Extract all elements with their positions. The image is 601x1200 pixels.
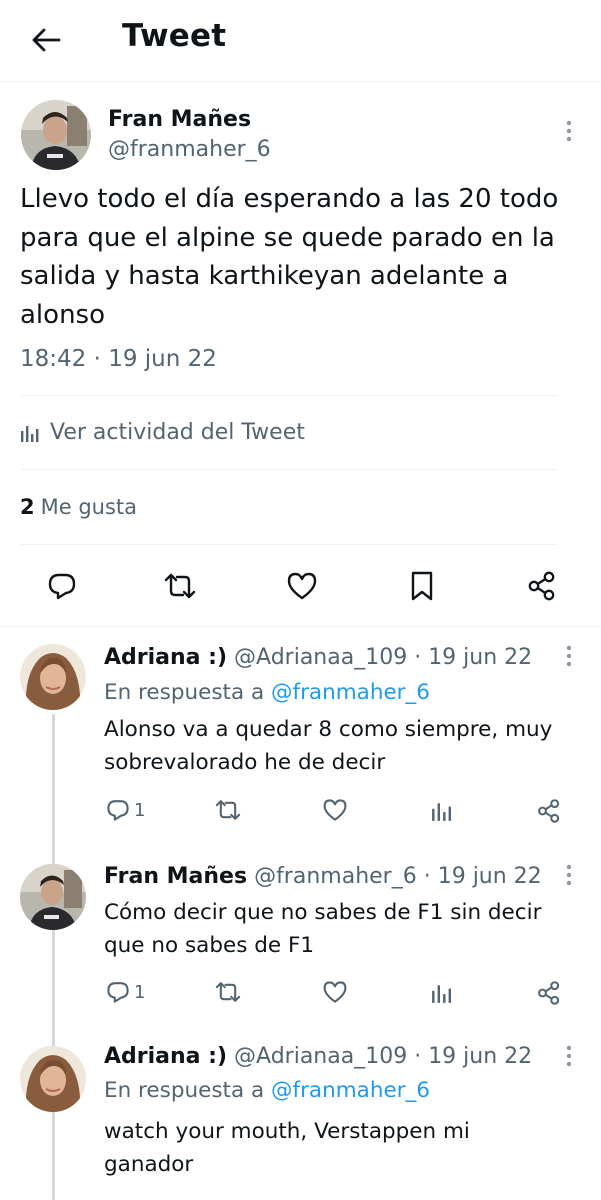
reply-header: Adriana :) @Adrianaa_109 · 19 jun 22 xyxy=(104,1044,532,1069)
divider xyxy=(20,544,557,545)
analytics-icon xyxy=(432,985,452,1003)
reply-icon xyxy=(48,573,76,600)
reply-to-prefix: En respuesta a xyxy=(104,1078,271,1103)
author-name[interactable]: Fran Mañes xyxy=(108,107,251,132)
back-button[interactable] xyxy=(28,22,64,58)
author-handle[interactable]: @franmaher_6 xyxy=(108,137,271,162)
reply-author-name[interactable]: Adriana :) xyxy=(104,645,227,670)
likes-label: Me gusta xyxy=(40,495,138,519)
share-icon xyxy=(538,799,560,823)
like-icon xyxy=(323,799,347,821)
more-vertical-icon xyxy=(566,1045,572,1067)
reply-button[interactable]: 1 xyxy=(106,980,145,1004)
more-vertical-icon xyxy=(566,864,572,886)
reply-icon xyxy=(107,982,129,1003)
reply-button[interactable] xyxy=(42,566,82,606)
reply-to-mention[interactable]: @franmaher_6 xyxy=(271,680,430,705)
activity-label: Ver actividad del Tweet xyxy=(50,420,305,445)
avatar[interactable] xyxy=(20,1046,86,1112)
like-icon xyxy=(287,572,317,600)
more-options-button[interactable] xyxy=(557,642,581,670)
likes-count[interactable]: 2 Me gusta xyxy=(20,495,137,519)
reply-count: 1 xyxy=(134,799,146,821)
analytics-icon xyxy=(21,425,39,442)
more-vertical-icon xyxy=(566,645,572,667)
divider xyxy=(20,395,557,396)
retweet-icon xyxy=(164,573,196,599)
share-button[interactable] xyxy=(536,980,562,1006)
reply-count: 1 xyxy=(134,981,146,1003)
reply-button[interactable]: 1 xyxy=(106,798,145,822)
share-button[interactable] xyxy=(536,798,562,824)
analytics-icon xyxy=(432,803,452,821)
top-bar: Tweet xyxy=(0,0,601,82)
reply-author-handle[interactable]: @Adrianaa_109 xyxy=(234,645,407,670)
reply-date[interactable]: · 19 jun 22 xyxy=(414,1044,532,1069)
thread-connector xyxy=(52,714,55,1200)
retweet-button[interactable] xyxy=(214,980,242,1004)
reply-context: En respuesta a @franmaher_6 xyxy=(104,680,430,705)
reply-icon xyxy=(107,800,129,821)
retweet-button[interactable] xyxy=(160,566,200,606)
avatar[interactable] xyxy=(20,864,86,930)
page-title: Tweet xyxy=(122,18,227,54)
avatar[interactable] xyxy=(21,100,91,170)
more-vertical-icon xyxy=(566,120,572,142)
reply-to-prefix: En respuesta a xyxy=(104,680,271,705)
retweet-icon xyxy=(215,800,241,820)
reply-author-name[interactable]: Fran Mañes xyxy=(104,864,247,889)
share-icon xyxy=(528,571,555,601)
like-button[interactable] xyxy=(282,566,322,606)
bookmark-icon xyxy=(411,571,433,601)
views-button[interactable] xyxy=(430,800,454,822)
bookmark-button[interactable] xyxy=(402,566,442,606)
more-options-button[interactable] xyxy=(557,1042,581,1070)
more-options-button[interactable] xyxy=(557,117,581,145)
views-button[interactable] xyxy=(430,982,454,1004)
more-options-button[interactable] xyxy=(557,861,581,889)
tweet-timestamp[interactable]: 18:42 · 19 jun 22 xyxy=(20,346,217,372)
reply-author-name[interactable]: Adriana :) xyxy=(104,1044,227,1069)
reply-date[interactable]: · 19 jun 22 xyxy=(414,645,532,670)
reply-header: Adriana :) @Adrianaa_109 · 19 jun 22 xyxy=(104,645,532,670)
retweet-button[interactable] xyxy=(214,798,242,822)
reply-author-handle[interactable]: @Adrianaa_109 xyxy=(234,1044,407,1069)
tweet-text: Llevo todo el día esperando a las 20 tod… xyxy=(20,184,559,330)
reply-text: watch your mouth, Verstappen mi ganador xyxy=(104,1119,470,1177)
reply-context: En respuesta a @franmaher_6 xyxy=(104,1078,430,1103)
arrow-left-icon xyxy=(32,28,61,52)
divider xyxy=(20,469,557,470)
view-activity-link[interactable]: Ver actividad del Tweet xyxy=(20,420,305,445)
divider xyxy=(0,626,601,627)
reply-date[interactable]: · 19 jun 22 xyxy=(424,864,542,889)
reply-header: Fran Mañes @franmaher_6 · 19 jun 22 xyxy=(104,864,542,889)
like-button[interactable] xyxy=(322,798,348,822)
reply-text: Alonso va a quedar 8 como siempre, muy s… xyxy=(104,717,553,775)
like-icon xyxy=(323,981,347,1003)
retweet-icon xyxy=(215,982,241,1002)
avatar[interactable] xyxy=(20,644,86,710)
likes-number: 2 xyxy=(20,495,35,519)
like-button[interactable] xyxy=(322,980,348,1004)
reply-author-handle[interactable]: @franmaher_6 xyxy=(254,864,417,889)
share-icon xyxy=(538,981,560,1005)
reply-to-mention[interactable]: @franmaher_6 xyxy=(271,1078,430,1103)
share-button[interactable] xyxy=(522,566,562,606)
reply-text: Cómo decir que no sabes de F1 sin decir … xyxy=(104,900,542,958)
